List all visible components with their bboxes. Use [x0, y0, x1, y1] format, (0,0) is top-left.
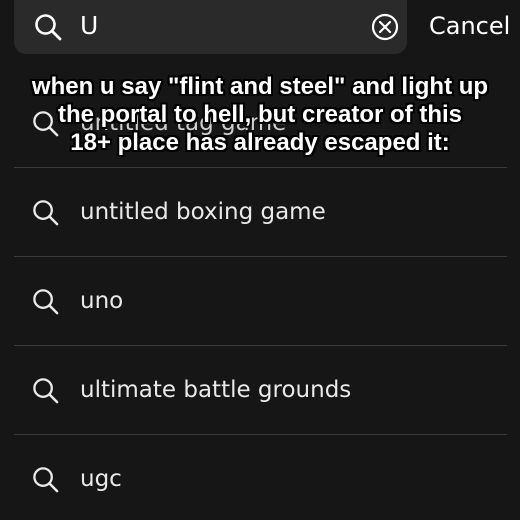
search-icon [31, 465, 60, 494]
caption-line: when u say "flint and steel" and light u… [31, 73, 489, 100]
search-icon [31, 198, 60, 227]
search-bar[interactable]: U [14, 0, 407, 54]
search-suggestion[interactable]: ultimate battle grounds [14, 346, 507, 435]
search-icon [33, 12, 63, 42]
cancel-button[interactable]: Cancel [429, 11, 510, 41]
search-icon [31, 376, 60, 405]
search-input[interactable]: U [80, 11, 98, 41]
search-suggestion[interactable]: ugc [14, 435, 507, 520]
search-icon [31, 287, 60, 316]
caption-line: 18+ place has already escaped it: [70, 129, 450, 156]
suggestion-label: ugc [80, 466, 122, 492]
suggestion-label: uno [80, 288, 124, 314]
suggestion-label: untitled boxing game [80, 199, 326, 225]
clear-search-icon[interactable] [370, 12, 400, 42]
search-suggestion[interactable]: untitled boxing game [14, 168, 507, 257]
caption-line: the portal to hell, but creator of this [57, 101, 462, 128]
search-screen: U Cancel untitled tag game untitled boxi [0, 0, 520, 520]
suggestion-label: ultimate battle grounds [80, 377, 352, 403]
meme-caption: when u say "flint and steel" and light u… [0, 73, 520, 157]
search-suggestion[interactable]: uno [14, 257, 507, 346]
